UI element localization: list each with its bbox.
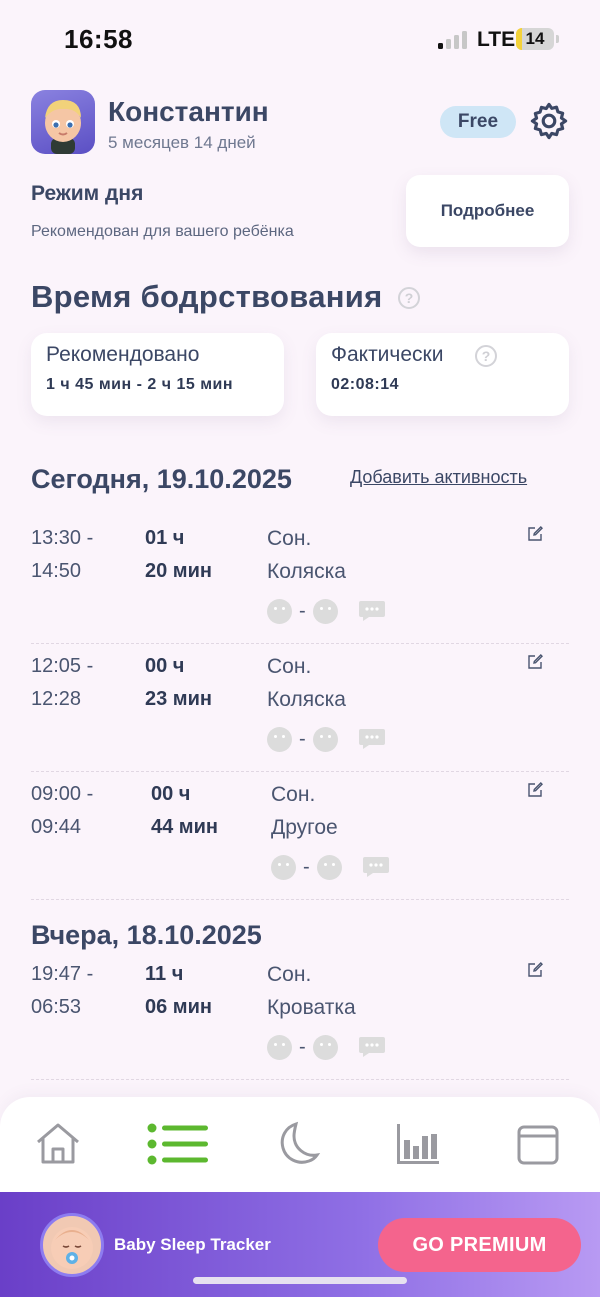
mood-row: - [267, 726, 386, 752]
entry-duration: 00 ч 23 мин [145, 655, 212, 710]
schedule-subtitle: Рекомендован для вашего ребёнка [31, 223, 294, 240]
sleep-entry[interactable]: 12:05 -12:28 00 ч 23 мин Сон. Коляска - [31, 644, 569, 772]
mood-before-icon[interactable] [267, 598, 292, 624]
entry-duration: 00 ч 44 мин [151, 783, 218, 838]
actual-label: Фактически [331, 343, 444, 366]
battery-level: 14 [525, 29, 545, 48]
mood-after-icon[interactable] [312, 1034, 338, 1060]
mood-after-icon[interactable] [312, 598, 338, 624]
entry-type: Сон. Кроватка [267, 963, 356, 1019]
network-type: LTE [477, 28, 516, 51]
help-icon[interactable]: ? [398, 287, 420, 309]
comment-icon[interactable] [358, 1036, 386, 1058]
mood-after-icon[interactable] [316, 854, 342, 880]
entry-duration: 01 ч 20 мин [145, 527, 212, 582]
child-name: Константин [108, 96, 269, 127]
sleep-entry[interactable]: 19:47 -06:53 11 ч 06 мин Сон. Кроватка - [31, 952, 569, 1080]
moon-icon[interactable] [274, 1120, 322, 1168]
add-activity-link[interactable]: Добавить активность [350, 467, 527, 488]
divider [31, 1079, 569, 1080]
entry-time: 19:47 -06:53 [31, 963, 94, 1018]
mood-row: - [267, 598, 386, 624]
recommended-label: Рекомендовано [46, 343, 200, 366]
mood-before-icon[interactable] [267, 1034, 292, 1060]
edit-icon[interactable] [527, 654, 543, 670]
sleep-entry[interactable]: 09:00 -09:44 00 ч 44 мин Сон. Другое - [31, 772, 569, 900]
entry-type: Сон. Коляска [267, 655, 346, 711]
mood-after-icon[interactable] [312, 726, 338, 752]
mood-before-icon[interactable] [271, 854, 296, 880]
divider [31, 899, 569, 900]
mood-before-icon[interactable] [267, 726, 292, 752]
edit-icon[interactable] [527, 526, 543, 542]
recommended-value: 1 ч 45 мин - 2 ч 15 мин [46, 376, 234, 393]
home-indicator [193, 1277, 407, 1284]
schedule-title: Режим дня [31, 182, 144, 205]
comment-icon[interactable] [362, 856, 390, 878]
details-button[interactable]: Подробнее [406, 175, 569, 247]
status-time: 16:58 [64, 24, 133, 54]
child-age: 5 месяцев 14 дней [108, 133, 256, 152]
child-avatar[interactable] [31, 90, 95, 154]
app-name: Baby Sleep Tracker [114, 1235, 271, 1254]
sleep-entry[interactable]: 13:30 -14:50 01 ч 20 мин Сон. Коляска - [31, 516, 569, 644]
mood-row: - [267, 1034, 386, 1060]
plan-badge[interactable]: Free [440, 106, 516, 138]
battery-tip [556, 35, 559, 43]
calendar-icon[interactable] [514, 1120, 562, 1168]
stats-icon[interactable] [394, 1120, 442, 1168]
entry-duration: 11 ч 06 мин [145, 963, 212, 1018]
gear-icon[interactable] [528, 100, 570, 142]
entry-time: 09:00 -09:44 [31, 783, 94, 838]
app-logo [40, 1213, 104, 1277]
help-icon[interactable]: ? [475, 345, 497, 367]
comment-icon[interactable] [358, 600, 386, 622]
actual-value: 02:08:14 [331, 376, 400, 393]
wake-time-title: Время бодрствования [31, 279, 383, 314]
actual-card: Фактически 02:08:14 ? [316, 333, 569, 416]
mood-row: - [271, 854, 390, 880]
entry-type: Сон. Другое [271, 783, 338, 839]
go-premium-button[interactable]: GO PREMIUM [378, 1218, 581, 1272]
battery-icon: 14 [516, 28, 554, 50]
edit-icon[interactable] [527, 782, 543, 798]
signal-icon [438, 31, 468, 49]
entry-time: 13:30 -14:50 [31, 527, 94, 582]
yesterday-title: Вчера, 18.10.2025 [31, 920, 262, 950]
entry-time: 12:05 -12:28 [31, 655, 94, 710]
entry-type: Сон. Коляска [267, 527, 346, 583]
list-icon[interactable] [146, 1120, 210, 1168]
recommended-card: Рекомендовано 1 ч 45 мин - 2 ч 15 мин [31, 333, 284, 416]
home-icon[interactable] [34, 1120, 82, 1168]
today-title: Сегодня, 19.10.2025 [31, 464, 292, 494]
edit-icon[interactable] [527, 962, 543, 978]
comment-icon[interactable] [358, 728, 386, 750]
